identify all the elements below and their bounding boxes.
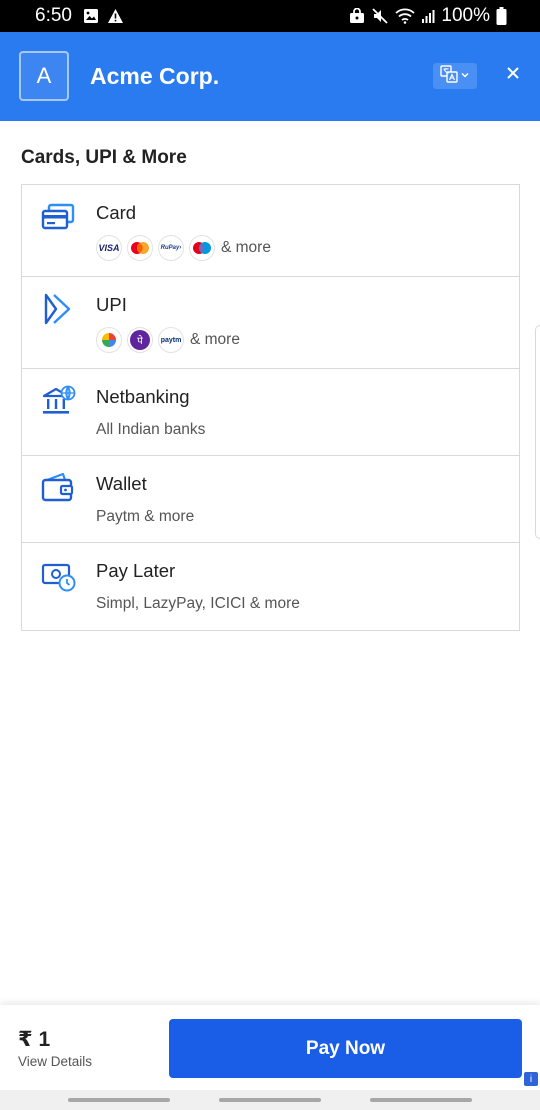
- method-title: Card: [96, 202, 137, 223]
- lock-icon: [349, 8, 365, 24]
- method-paylater[interactable]: Pay Later Simpl, LazyPay, ICICI & more: [22, 543, 519, 630]
- method-title: Pay Later: [96, 560, 176, 581]
- method-subtitle: Simpl, LazyPay, ICICI & more: [96, 595, 300, 612]
- side-drawer-handle[interactable]: [535, 325, 540, 539]
- warning-icon: [107, 8, 124, 24]
- maestro-icon: [189, 235, 215, 261]
- chevron-down-icon: [460, 67, 470, 85]
- image-icon: [83, 8, 99, 24]
- method-subtitle: All Indian banks: [96, 421, 206, 438]
- battery-icon: [496, 7, 507, 25]
- close-icon: [506, 66, 520, 85]
- method-subtitle: Paytm & more: [96, 508, 195, 525]
- method-upi[interactable]: UPI पे paytm & more: [22, 277, 519, 369]
- google-pay-icon: [96, 327, 122, 353]
- card-icon: [41, 203, 75, 238]
- back-button[interactable]: [370, 1098, 472, 1102]
- visa-icon: VISA: [96, 235, 122, 261]
- pay-now-button[interactable]: Pay Now: [169, 1019, 522, 1078]
- battery-percent: 100%: [441, 5, 490, 26]
- recent-apps-button[interactable]: [68, 1098, 170, 1102]
- close-button[interactable]: [502, 64, 524, 86]
- status-time: 6:50: [35, 5, 72, 26]
- bank-icon: [41, 385, 77, 422]
- payment-methods-list: Card VISA RuPay› & more UPI पे paytm & m…: [21, 184, 520, 631]
- wallet-icon: [41, 472, 75, 509]
- more-text: & more: [221, 239, 271, 256]
- more-text: & more: [190, 331, 240, 348]
- signal-icon: [421, 8, 435, 24]
- pay-later-icon: [41, 561, 77, 598]
- checkout-footer: ₹ 1 View Details Pay Now: [0, 1005, 540, 1090]
- method-title: Wallet: [96, 473, 147, 494]
- section-title: Cards, UPI & More: [21, 147, 187, 168]
- method-title: UPI: [96, 294, 127, 315]
- view-details-link[interactable]: View Details: [18, 1054, 92, 1069]
- mute-icon: [371, 8, 389, 24]
- info-icon[interactable]: i: [524, 1072, 538, 1086]
- checkout-header: A Acme Corp.: [0, 32, 540, 121]
- merchant-logo: A: [19, 51, 69, 101]
- merchant-name: Acme Corp.: [90, 63, 220, 89]
- wifi-icon: [395, 8, 416, 24]
- upi-icon: [41, 292, 75, 331]
- phonepe-icon: पे: [127, 327, 153, 353]
- home-button[interactable]: [219, 1098, 321, 1102]
- paytm-icon: paytm: [158, 327, 184, 353]
- method-wallet[interactable]: Wallet Paytm & more: [22, 456, 519, 543]
- amount-value: ₹ 1: [18, 1028, 51, 1051]
- language-selector[interactable]: [433, 63, 477, 89]
- method-title: Netbanking: [96, 386, 190, 407]
- mastercard-icon: [127, 235, 153, 261]
- status-bar: 6:50 100%: [0, 0, 540, 32]
- method-card[interactable]: Card VISA RuPay› & more: [22, 185, 519, 277]
- translate-icon: [440, 64, 458, 88]
- rupay-icon: RuPay›: [158, 235, 184, 261]
- system-nav-bar: [0, 1090, 540, 1110]
- method-netbanking[interactable]: Netbanking All Indian banks: [22, 369, 519, 456]
